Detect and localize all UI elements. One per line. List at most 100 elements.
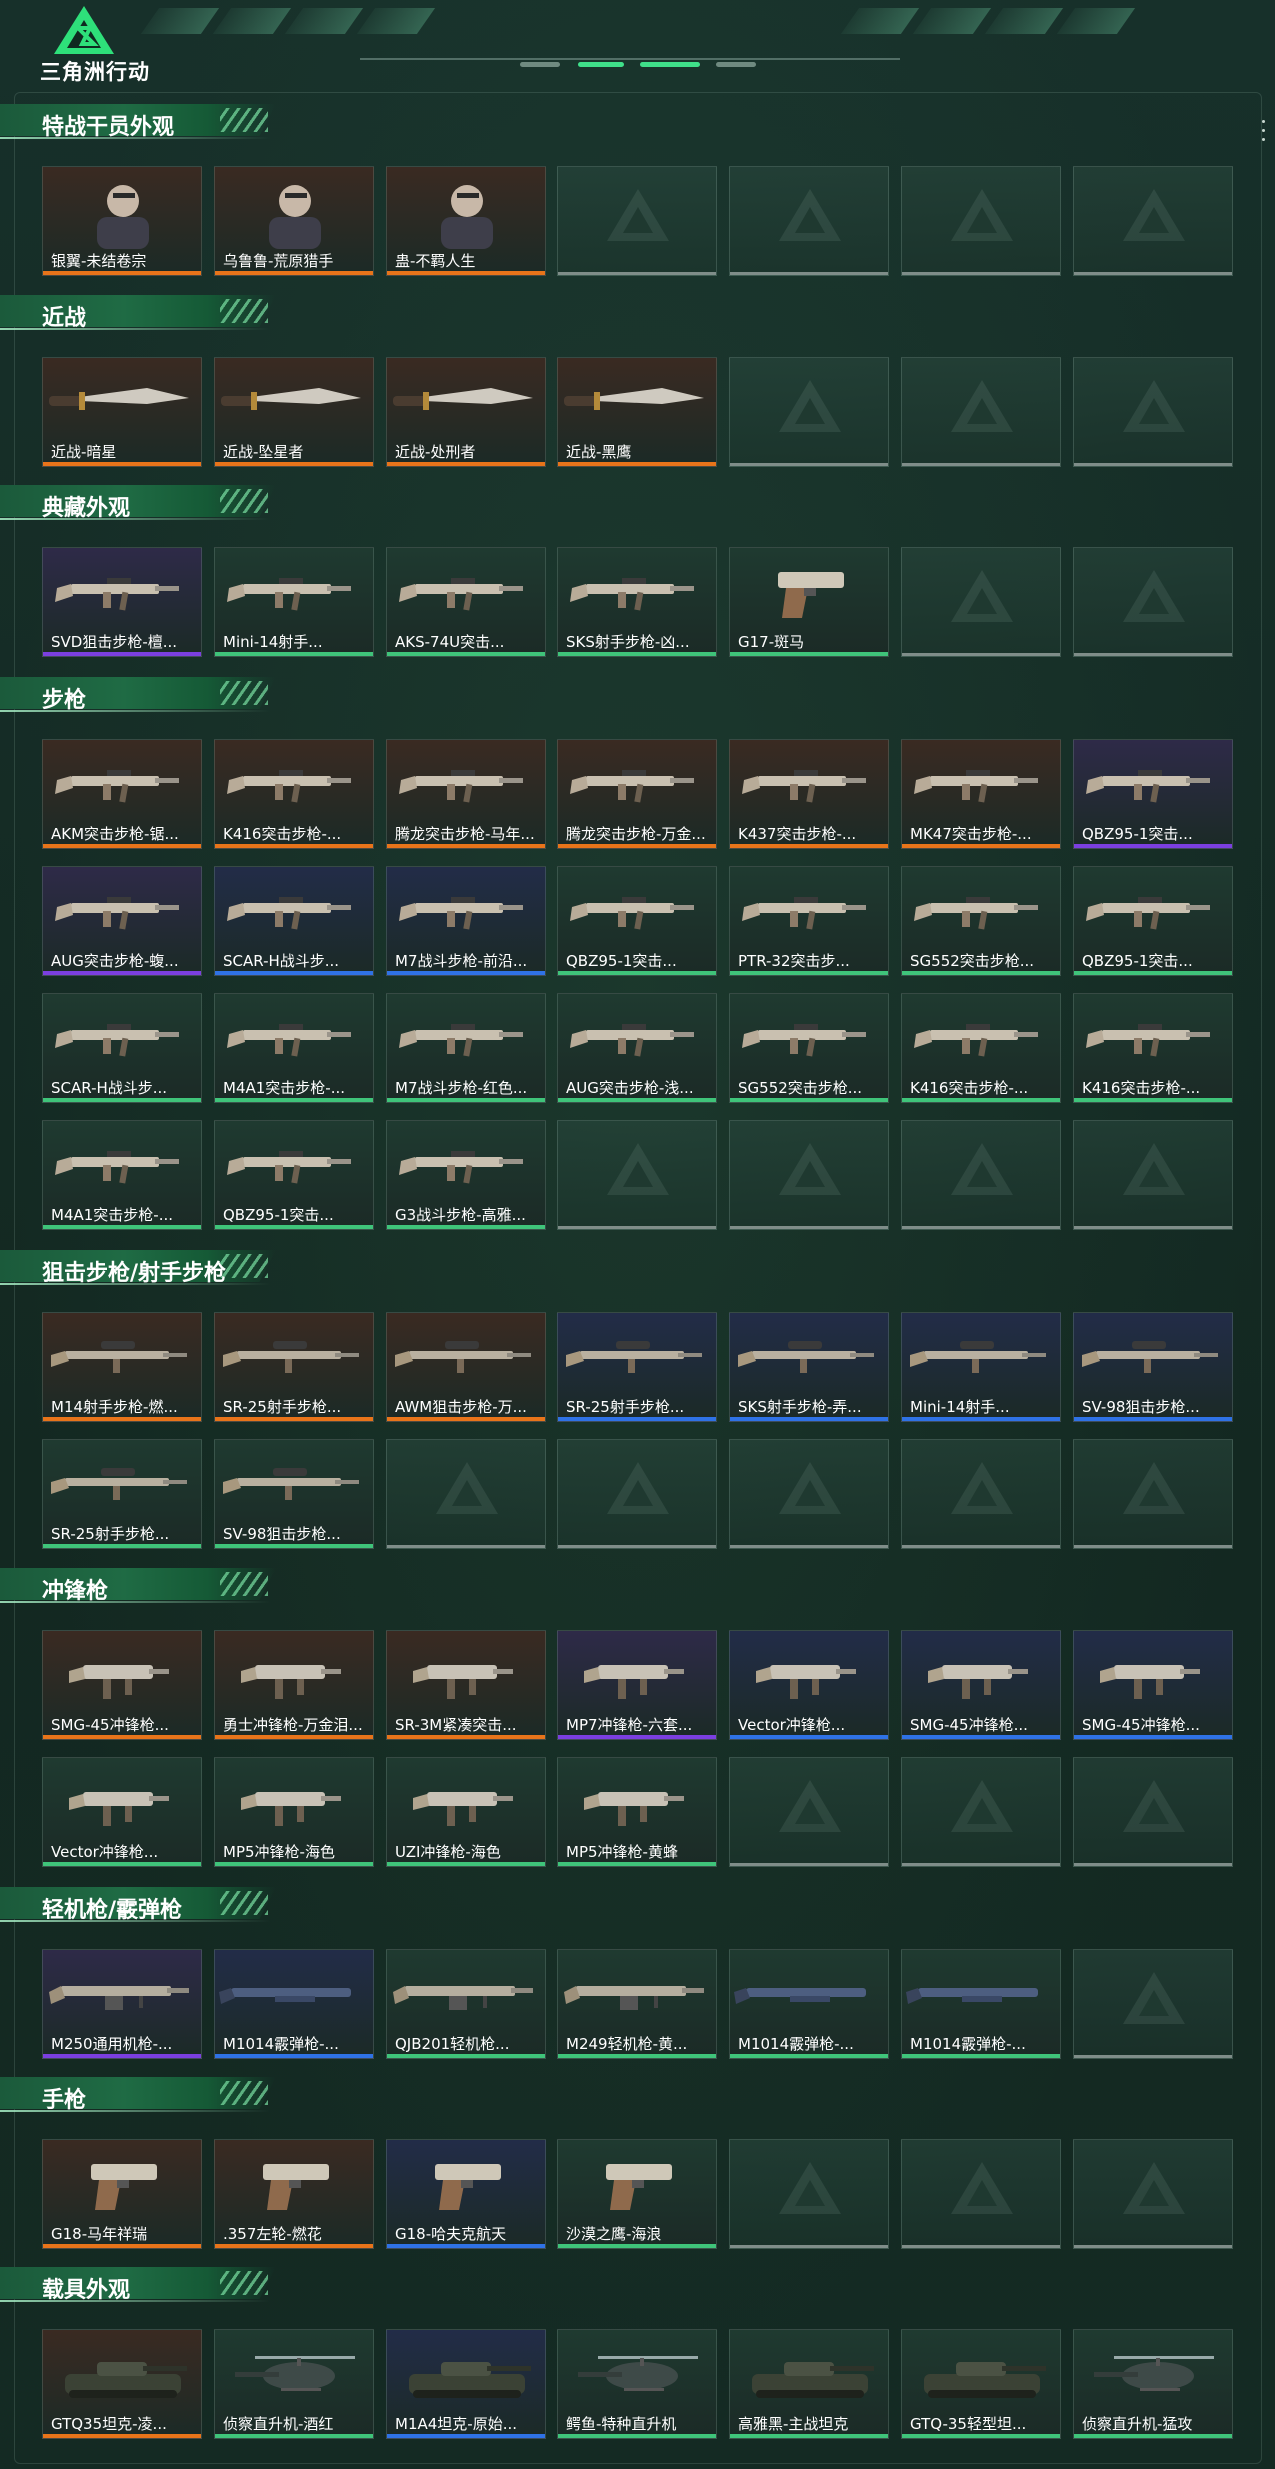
item-card[interactable]: 侦察直升机-猛攻 (1073, 2329, 1233, 2439)
item-card[interactable]: K437突击步枪-... (729, 739, 889, 849)
item-card[interactable]: Mini-14射手... (901, 1312, 1061, 1422)
item-card[interactable]: SMG-45冲锋枪... (42, 1630, 202, 1740)
knife-icon (564, 388, 704, 410)
item-card[interactable]: 沙漠之鹰-海浪 (557, 2139, 717, 2249)
rifle-icon (1086, 1024, 1210, 1057)
sniper-icon (223, 1341, 359, 1373)
item-card[interactable]: 近战-坠星者 (214, 357, 374, 467)
item-card[interactable]: 近战-黑鹰 (557, 357, 717, 467)
item-card[interactable]: UZI冲锋枪-海色 (386, 1757, 546, 1867)
item-card[interactable]: SVD狙击步枪-檀... (42, 547, 202, 657)
item-card[interactable]: M7战斗步枪-前沿... (386, 866, 546, 976)
item-thumbnail (387, 548, 545, 630)
item-card[interactable]: M249轻机枪-黄... (557, 1949, 717, 2059)
item-card[interactable]: M1014霰弹枪-... (901, 1949, 1061, 2059)
item-thumbnail (387, 1121, 545, 1203)
empty-slot (1073, 166, 1233, 276)
item-card[interactable]: 银翼-未结卷宗 (42, 166, 202, 276)
item-card[interactable]: SR-25射手步枪... (42, 1439, 202, 1549)
item-card[interactable]: 近战-处刑者 (386, 357, 546, 467)
item-card[interactable]: MK47突击步枪-... (901, 739, 1061, 849)
item-card[interactable]: G18-马年祥瑞 (42, 2139, 202, 2249)
item-thumbnail (387, 1631, 545, 1713)
item-card[interactable]: AKM突击步枪-锯... (42, 739, 202, 849)
empty-slot (729, 2139, 889, 2249)
item-card[interactable]: 侦察直升机-酒红 (214, 2329, 374, 2439)
item-card[interactable]: AKS-74U突击... (386, 547, 546, 657)
item-card[interactable]: SKS射手步枪-凶... (557, 547, 717, 657)
empty-slot-line (902, 272, 1060, 275)
item-card[interactable]: SCAR-H战斗步... (214, 866, 374, 976)
empty-slot (729, 357, 889, 467)
empty-slot (1073, 2139, 1233, 2249)
rarity-bar (215, 462, 373, 466)
item-card[interactable]: M250通用机枪-... (42, 1949, 202, 2059)
item-card[interactable]: AWM狙击步枪-万... (386, 1312, 546, 1422)
item-label: M1014霰弹枪-... (738, 2035, 854, 2053)
item-card[interactable]: QJB201轻机枪... (386, 1949, 546, 2059)
item-card[interactable]: SR-25射手步枪... (557, 1312, 717, 1422)
item-card[interactable]: M7战斗步枪-红色... (386, 993, 546, 1103)
item-card[interactable]: 腾龙突击步枪-马年... (386, 739, 546, 849)
item-card[interactable]: K416突击步枪-... (901, 993, 1061, 1103)
item-card[interactable]: Vector冲锋枪... (42, 1757, 202, 1867)
rarity-bar (1074, 2434, 1232, 2438)
item-card[interactable]: M1A4坦克-原始... (386, 2329, 546, 2439)
empty-slot-line (902, 1863, 1060, 1866)
item-card[interactable]: G18-哈夫克航天 (386, 2139, 546, 2249)
item-card[interactable]: SCAR-H战斗步... (42, 993, 202, 1103)
item-card[interactable]: .357左轮-燃花 (214, 2139, 374, 2249)
item-thumbnail (387, 1758, 545, 1840)
rarity-bar (387, 2244, 545, 2248)
item-card[interactable]: AUG突击步枪-蝮... (42, 866, 202, 976)
item-card[interactable]: 乌鲁鲁-荒原猎手 (214, 166, 374, 276)
item-card[interactable]: M14射手步枪-燃... (42, 1312, 202, 1422)
item-card[interactable]: GTQ-35轻型坦... (901, 2329, 1061, 2439)
rifle-icon (55, 1024, 179, 1057)
item-card[interactable]: M1014霰弹枪-... (214, 1949, 374, 2059)
item-card[interactable]: AUG突击步枪-浅... (557, 993, 717, 1103)
item-card[interactable]: SG552突击步枪... (729, 993, 889, 1103)
item-card[interactable]: SKS射手步枪-弄... (729, 1312, 889, 1422)
item-card[interactable]: G17-斑马 (729, 547, 889, 657)
scroll-indicator[interactable] (1260, 120, 1266, 160)
item-card[interactable]: 近战-暗星 (42, 357, 202, 467)
item-card[interactable]: 高雅黑-主战坦克 (729, 2329, 889, 2439)
item-card[interactable]: 鳄鱼-特种直升机 (557, 2329, 717, 2439)
item-card[interactable]: MP5冲锋枪-黄蜂 (557, 1757, 717, 1867)
item-card[interactable]: M1014霰弹枪-... (729, 1949, 889, 2059)
item-label: SG552突击步枪... (910, 952, 1035, 970)
item-card[interactable]: SMG-45冲锋枪... (1073, 1630, 1233, 1740)
item-card[interactable]: SG552突击步枪... (901, 866, 1061, 976)
item-card[interactable]: SV-98狙击步枪... (1073, 1312, 1233, 1422)
item-card[interactable]: SR-25射手步枪... (214, 1312, 374, 1422)
item-card[interactable]: 勇士冲锋枪-万金泪... (214, 1630, 374, 1740)
item-label: SCAR-H战斗步... (223, 952, 340, 970)
item-card[interactable]: K416突击步枪-... (214, 739, 374, 849)
item-card[interactable]: MP7冲锋枪-六套... (557, 1630, 717, 1740)
item-card[interactable]: K416突击步枪-... (1073, 993, 1233, 1103)
item-card[interactable]: Mini-14射手... (214, 547, 374, 657)
item-card[interactable]: SV-98狙击步枪... (214, 1439, 374, 1549)
item-card[interactable]: QBZ95-1突击... (214, 1120, 374, 1230)
item-card[interactable]: MP5冲锋枪-海色 (214, 1757, 374, 1867)
rarity-bar (215, 1225, 373, 1229)
item-card[interactable]: GTQ35坦克-凌... (42, 2329, 202, 2439)
item-card[interactable]: PTR-32突击步... (729, 866, 889, 976)
item-card[interactable]: 腾龙突击步枪-万金... (557, 739, 717, 849)
item-card[interactable]: SMG-45冲锋枪... (901, 1630, 1061, 1740)
empty-slot-icon (607, 1143, 669, 1195)
empty-slot (1073, 1757, 1233, 1867)
item-card[interactable]: M4A1突击步枪-... (214, 993, 374, 1103)
item-card[interactable]: SR-3M紧凑突击... (386, 1630, 546, 1740)
item-card[interactable]: QBZ95-1突击... (557, 866, 717, 976)
empty-slot (1073, 547, 1233, 657)
item-card[interactable]: M4A1突击步枪-... (42, 1120, 202, 1230)
item-card[interactable]: 蛊-不羁人生 (386, 166, 546, 276)
rarity-bar (558, 971, 716, 975)
item-card[interactable]: Vector冲锋枪... (729, 1630, 889, 1740)
item-thumbnail (387, 167, 545, 249)
item-card[interactable]: G3战斗步枪-高雅... (386, 1120, 546, 1230)
item-card[interactable]: QBZ95-1突击... (1073, 866, 1233, 976)
item-card[interactable]: QBZ95-1突击... (1073, 739, 1233, 849)
